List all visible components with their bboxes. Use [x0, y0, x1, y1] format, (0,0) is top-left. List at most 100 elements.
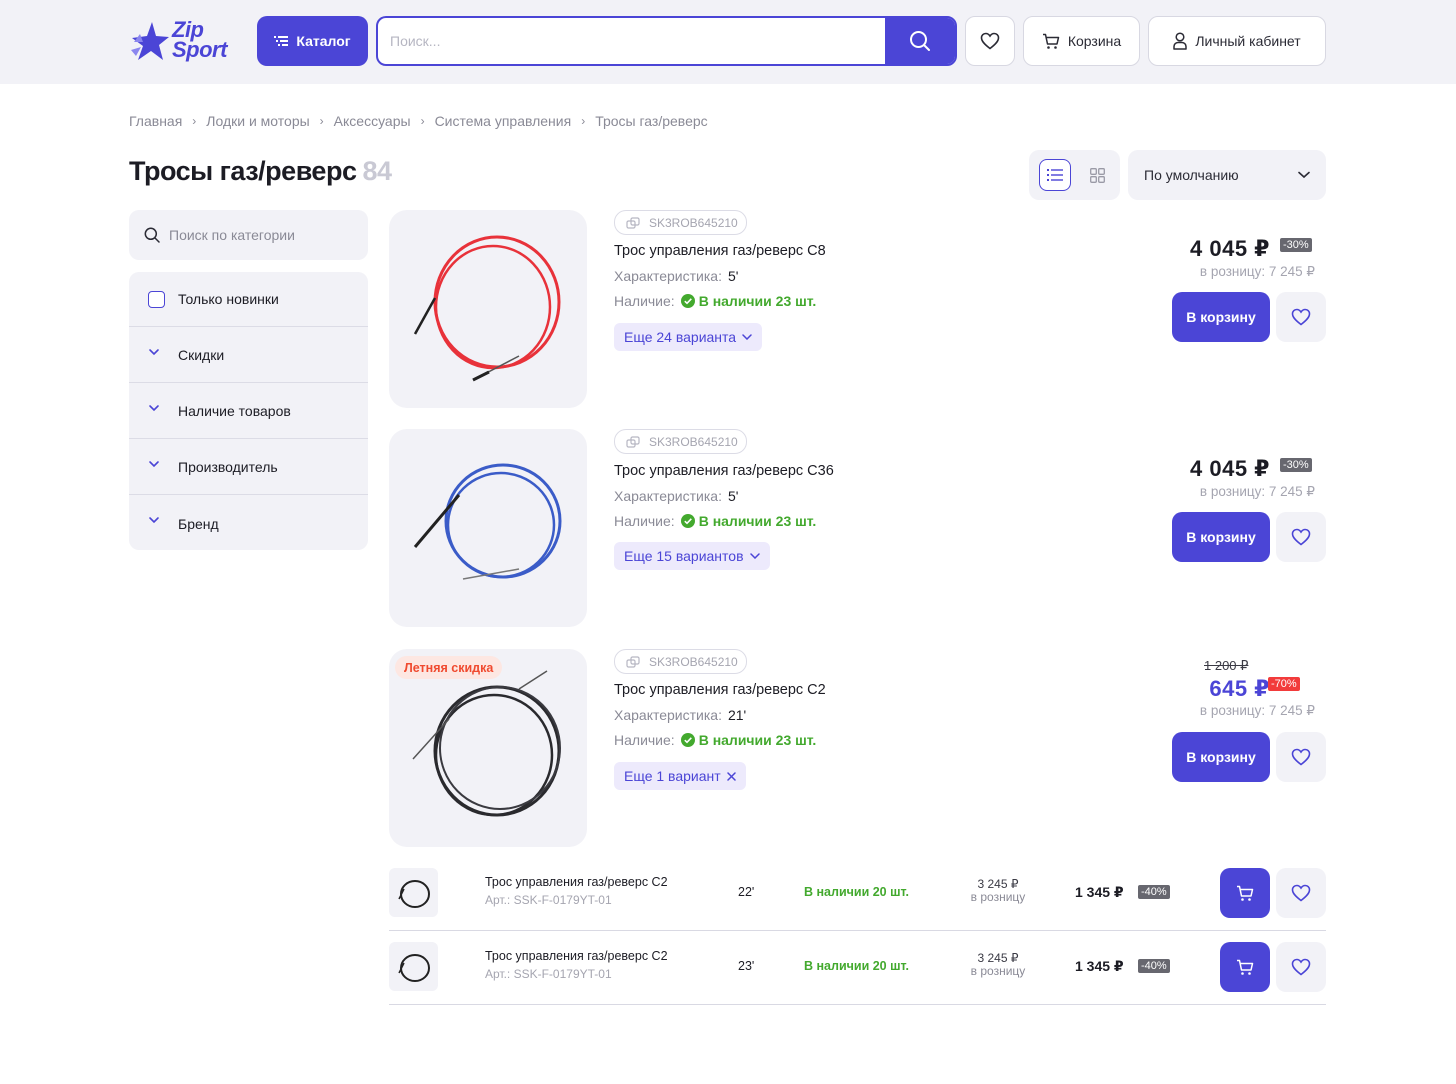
catalog-button[interactable]: Каталог: [257, 16, 368, 66]
favorite-button[interactable]: [1276, 942, 1326, 992]
filter-brand[interactable]: Бренд: [129, 496, 368, 550]
variants-label: Еще 24 варианта: [624, 329, 737, 345]
variants-toggle[interactable]: Еще 15 вариантов: [614, 542, 770, 570]
favorite-button[interactable]: [1276, 292, 1326, 342]
cable-thumbnail-image: [397, 953, 430, 982]
availability-label: Наличие:: [614, 732, 675, 748]
sku-tag[interactable]: SK3ROB645210: [614, 210, 747, 235]
characteristic-label: Характеристика:: [614, 268, 722, 284]
variant-availability: В наличии 20 шт.: [804, 885, 910, 899]
breadcrumb-separator-icon: ›: [420, 114, 425, 128]
sku-tag[interactable]: SK3ROB645210: [614, 649, 747, 674]
chevron-down-icon: [149, 517, 159, 524]
variant-name[interactable]: Трос управления газ/реверс C2: [485, 875, 668, 889]
list-view-button[interactable]: [1039, 159, 1071, 191]
breadcrumb-separator-icon: ›: [192, 114, 197, 128]
product-name[interactable]: Трос управления газ/реверс C2: [614, 682, 826, 698]
chevron-down-icon: [1298, 171, 1310, 179]
characteristic-row: Характеристика: 5': [614, 268, 738, 284]
search-button[interactable]: [885, 18, 955, 64]
favorite-button[interactable]: [1276, 868, 1326, 918]
filter-label: Производитель: [178, 459, 278, 475]
check-circle-icon: [680, 733, 695, 747]
variants-toggle[interactable]: Еще 1 вариант: [614, 762, 746, 790]
chevron-down-icon: [149, 349, 159, 356]
retail-price: в розницу: 7 245 ₽: [1199, 484, 1315, 499]
cart-icon: [1237, 959, 1254, 975]
copy-icon: [626, 436, 640, 448]
account-label: Личный кабинет: [1195, 33, 1301, 49]
heart-icon: [1291, 528, 1311, 546]
characteristic-value: 21': [727, 707, 747, 723]
sort-select[interactable]: По умолчанию: [1128, 150, 1326, 200]
heart-icon: [1291, 884, 1311, 902]
variant-row: Трос управления газ/реверс C2 Арт.: SSK-…: [389, 857, 1326, 931]
heart-icon: [1291, 748, 1311, 766]
cart-button[interactable]: Корзина: [1023, 16, 1140, 66]
retail-price: в розницу: 7 245 ₽: [1199, 703, 1315, 718]
product-image[interactable]: [389, 210, 587, 408]
availability-value: В наличии 23 шт.: [680, 732, 817, 748]
chevron-down-icon: [149, 461, 159, 468]
variant-thumbnail[interactable]: [389, 868, 438, 917]
cart-icon: [1237, 885, 1254, 901]
variant-characteristic: 22': [738, 885, 755, 899]
heart-icon: [1291, 958, 1311, 976]
favorites-button[interactable]: [965, 16, 1015, 66]
variant-thumbnail[interactable]: [389, 942, 438, 991]
availability-text: В наличии 23 шт.: [698, 732, 817, 748]
sort-value: По умолчанию: [1144, 167, 1239, 183]
variant-row: Трос управления газ/реверс C2 Арт.: SSK-…: [389, 931, 1326, 1005]
breadcrumb-item[interactable]: Лодки и моторы: [206, 113, 309, 129]
filter-availability[interactable]: Наличие товаров: [129, 384, 368, 439]
product-name[interactable]: Трос управления газ/реверс C8: [614, 243, 826, 259]
product-image[interactable]: [389, 429, 587, 627]
search-input[interactable]: [378, 18, 888, 64]
grid-view-button[interactable]: [1081, 159, 1113, 191]
logo[interactable]: Zip Sport: [128, 18, 238, 66]
variant-availability: В наличии 20 шт.: [804, 959, 910, 973]
logo-wordmark: Zip Sport: [172, 19, 227, 62]
account-button[interactable]: Личный кабинет: [1148, 16, 1326, 66]
sku-tag[interactable]: SK3ROB645210: [614, 429, 747, 454]
star-logo-icon: [131, 22, 169, 60]
breadcrumb-item[interactable]: Аксессуары: [334, 113, 411, 129]
characteristic-label: Характеристика:: [614, 707, 722, 723]
logo-line2: Sport: [172, 37, 227, 62]
breadcrumb-item[interactable]: Главная: [129, 113, 182, 129]
breadcrumb-item[interactable]: Система управления: [435, 113, 572, 129]
category-search-input[interactable]: [169, 210, 359, 260]
characteristic-row: Характеристика: 21': [614, 707, 746, 723]
add-to-cart-button[interactable]: [1220, 868, 1270, 918]
favorite-button[interactable]: [1276, 512, 1326, 562]
availability-row: Наличие: В наличии 23 шт.: [614, 293, 816, 309]
search-icon: [144, 227, 160, 243]
discount-badge: -40%: [1138, 885, 1170, 899]
sku-text: SK3ROB645210: [649, 654, 738, 669]
check-circle-icon: [680, 294, 695, 308]
filter-new-only[interactable]: Только новинки: [129, 272, 368, 327]
product-name[interactable]: Трос управления газ/реверс C36: [614, 463, 834, 479]
close-icon[interactable]: [726, 771, 736, 781]
filter-discounts[interactable]: Скидки: [129, 328, 368, 383]
checkbox[interactable]: [148, 290, 165, 308]
variant-retail: 3 245 ₽ в розницу: [963, 952, 1033, 978]
heart-icon: [1291, 308, 1311, 326]
add-to-cart-button[interactable]: В корзину: [1172, 292, 1270, 342]
availability-value: В наличии 23 шт.: [680, 513, 816, 529]
add-to-cart-button[interactable]: В корзину: [1172, 512, 1270, 562]
filter-label: Наличие товаров: [178, 403, 291, 419]
variants-toggle[interactable]: Еще 24 варианта: [614, 323, 763, 351]
cart-icon: [1042, 33, 1060, 49]
price: 645 ₽: [1209, 676, 1270, 701]
sku-text: SK3ROB645210: [649, 215, 738, 230]
add-to-cart-button[interactable]: [1220, 942, 1270, 992]
characteristic-value: 5': [727, 268, 739, 284]
variant-name[interactable]: Трос управления газ/реверс C2: [485, 949, 668, 963]
breadcrumb-separator-icon: ›: [581, 114, 586, 128]
chevron-down-icon: [749, 553, 760, 559]
variant-retail: 3 245 ₽ в розницу: [963, 878, 1033, 904]
favorite-button[interactable]: [1276, 732, 1326, 782]
filter-manufacturer[interactable]: Производитель: [129, 440, 368, 495]
add-to-cart-button[interactable]: В корзину: [1172, 732, 1270, 782]
